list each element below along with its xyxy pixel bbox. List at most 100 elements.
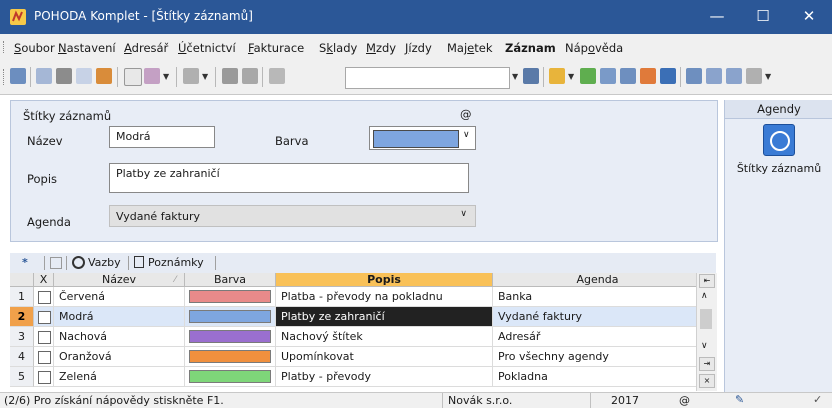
table-row-name[interactable]: Oranžová: [54, 347, 185, 367]
iban-icon[interactable]: [660, 68, 676, 84]
table-view-icon[interactable]: [706, 68, 722, 84]
quick-search-combo[interactable]: [345, 67, 510, 89]
popis-input[interactable]: Platby ze zahraničí: [109, 163, 469, 193]
form-view-icon[interactable]: [686, 68, 702, 84]
help-dropdown-icon[interactable]: ▼: [765, 72, 771, 81]
table-row-name[interactable]: Červená: [54, 287, 185, 307]
close-button[interactable]: ✕: [786, 0, 832, 34]
print-icon[interactable]: [56, 68, 72, 84]
menu-adresar[interactable]: Adresář: [124, 41, 168, 55]
scroll-close-icon[interactable]: ×: [699, 374, 715, 388]
new-record-icon[interactable]: [124, 68, 142, 86]
detail-tabs: * Vazby Poznámky: [10, 253, 716, 274]
table-row-name[interactable]: Zelená: [54, 367, 185, 387]
table-icon[interactable]: [600, 68, 616, 84]
scroll-bottom-icon[interactable]: ⇥: [699, 357, 715, 371]
nazev-input[interactable]: Modrá: [109, 126, 215, 148]
menu-zaznam[interactable]: Záznam: [505, 41, 556, 55]
edit-dropdown-icon[interactable]: ▼: [163, 72, 169, 81]
barva-combo[interactable]: ∨: [369, 126, 476, 150]
table-row-agenda[interactable]: Adresář: [493, 327, 703, 347]
table-row-color-cell[interactable]: [185, 347, 276, 367]
menu-soubor[interactable]: Soubor: [14, 41, 55, 55]
menu-jizdy[interactable]: Jízdy: [405, 41, 432, 55]
new-record-star[interactable]: *: [22, 256, 28, 269]
menu-mzdy[interactable]: Mzdy: [366, 41, 396, 55]
help-pointer-icon[interactable]: [746, 68, 762, 84]
table-row-checkbox-cell[interactable]: [34, 367, 54, 387]
table-row-agenda[interactable]: Pro všechny agendy: [493, 347, 703, 367]
row-checkbox[interactable]: [38, 371, 51, 384]
column-header-barva[interactable]: Barva: [185, 273, 276, 287]
table-row-checkbox-cell[interactable]: [34, 307, 54, 327]
menu-nastaveni[interactable]: Nastavení: [58, 41, 116, 55]
maximize-button[interactable]: ☐: [740, 0, 786, 34]
folder-dropdown-icon[interactable]: ▼: [568, 72, 574, 81]
table-row-popis[interactable]: Nachový štítek: [276, 327, 493, 347]
menu-nastaveni-accel: N: [58, 41, 67, 55]
edit-icon[interactable]: [144, 68, 160, 84]
table-row-color-cell[interactable]: [185, 327, 276, 347]
table-row-color-cell[interactable]: [185, 287, 276, 307]
menu-napoveda[interactable]: Nápověda: [565, 41, 623, 55]
row-checkbox[interactable]: [38, 331, 51, 344]
menu-napoveda-accel: o: [587, 41, 595, 55]
row-checkbox[interactable]: [38, 291, 51, 304]
menu-ucetnictvi[interactable]: Účetnictví: [178, 41, 236, 55]
row-checkbox[interactable]: [38, 351, 51, 364]
agenda-select[interactable]: Vydané faktury ∨: [109, 205, 476, 227]
minimize-button[interactable]: —: [694, 0, 740, 34]
table-row-agenda[interactable]: Pokladna: [493, 367, 703, 387]
scroll-up-icon[interactable]: ∧: [701, 291, 708, 301]
column-header-x[interactable]: X: [34, 273, 54, 287]
back-arrow-icon[interactable]: [183, 68, 199, 84]
table-row-checkbox-cell[interactable]: [34, 287, 54, 307]
table-row-checkbox-cell[interactable]: [34, 327, 54, 347]
row-checkbox[interactable]: [38, 311, 51, 324]
split-view-icon[interactable]: [726, 68, 742, 84]
row-number: 3: [10, 327, 34, 347]
tab-vazby[interactable]: Vazby: [88, 256, 121, 269]
list-icon[interactable]: [620, 68, 636, 84]
tab-poznamky[interactable]: Poznámky: [148, 256, 204, 269]
scroll-thumb[interactable]: [700, 309, 712, 329]
menu-majetek[interactable]: Majetek: [447, 41, 493, 55]
scroll-down-icon[interactable]: ∨: [701, 341, 708, 351]
menu-bar: Soubor Nastavení Adresář Účetnictví Fakt…: [0, 34, 832, 61]
table-row-color-cell[interactable]: [185, 367, 276, 387]
copy-icon[interactable]: [269, 68, 285, 84]
toolbar-separator: [262, 67, 263, 87]
users-icon[interactable]: [640, 68, 656, 84]
agenda-tag-icon[interactable]: [763, 124, 795, 156]
table-row-agenda[interactable]: Vydané faktury: [493, 307, 703, 327]
column-header-nazev[interactable]: Název ⁄: [54, 273, 185, 287]
pencil-icon[interactable]: [580, 68, 596, 84]
filter-tab-icon[interactable]: [50, 257, 62, 269]
table-row-agenda[interactable]: Banka: [493, 287, 703, 307]
table-row-checkbox-cell[interactable]: [34, 347, 54, 367]
menu-sklady[interactable]: Sklady: [319, 41, 357, 55]
table-row-name[interactable]: Nachová: [54, 327, 185, 347]
column-header-agenda[interactable]: Agenda: [493, 273, 703, 287]
back-dropdown-icon[interactable]: ▼: [202, 72, 208, 81]
quick-search-dropdown-icon[interactable]: ▼: [512, 72, 518, 81]
table-row-name[interactable]: Modrá: [54, 307, 185, 327]
grid-scrollbar[interactable]: ⇤ ∧ ∨ ⇥ ×: [696, 273, 717, 391]
column-header-popis[interactable]: Popis: [276, 273, 493, 287]
agenda-item-label[interactable]: Štítky záznamů: [725, 162, 832, 175]
scroll-top-icon[interactable]: ⇤: [699, 274, 715, 288]
save-as-icon[interactable]: [242, 68, 258, 84]
menu-fakturace[interactable]: Fakturace: [248, 41, 304, 55]
table-row-color-cell[interactable]: [185, 307, 276, 327]
print-preview-icon[interactable]: [36, 68, 52, 84]
agenda-list-icon[interactable]: [10, 68, 26, 84]
table-row-popis[interactable]: Platba - převody na pokladnu: [276, 287, 493, 307]
filter-icon[interactable]: [523, 68, 539, 84]
preview-icon[interactable]: [76, 68, 92, 84]
table-row-popis-selected[interactable]: Platby ze zahraničí: [276, 307, 493, 327]
export-icon[interactable]: [96, 68, 112, 84]
save-icon[interactable]: [222, 68, 238, 84]
folder-icon[interactable]: [549, 68, 565, 84]
table-row-popis[interactable]: Upomínkovat: [276, 347, 493, 367]
table-row-popis[interactable]: Platby - převody: [276, 367, 493, 387]
